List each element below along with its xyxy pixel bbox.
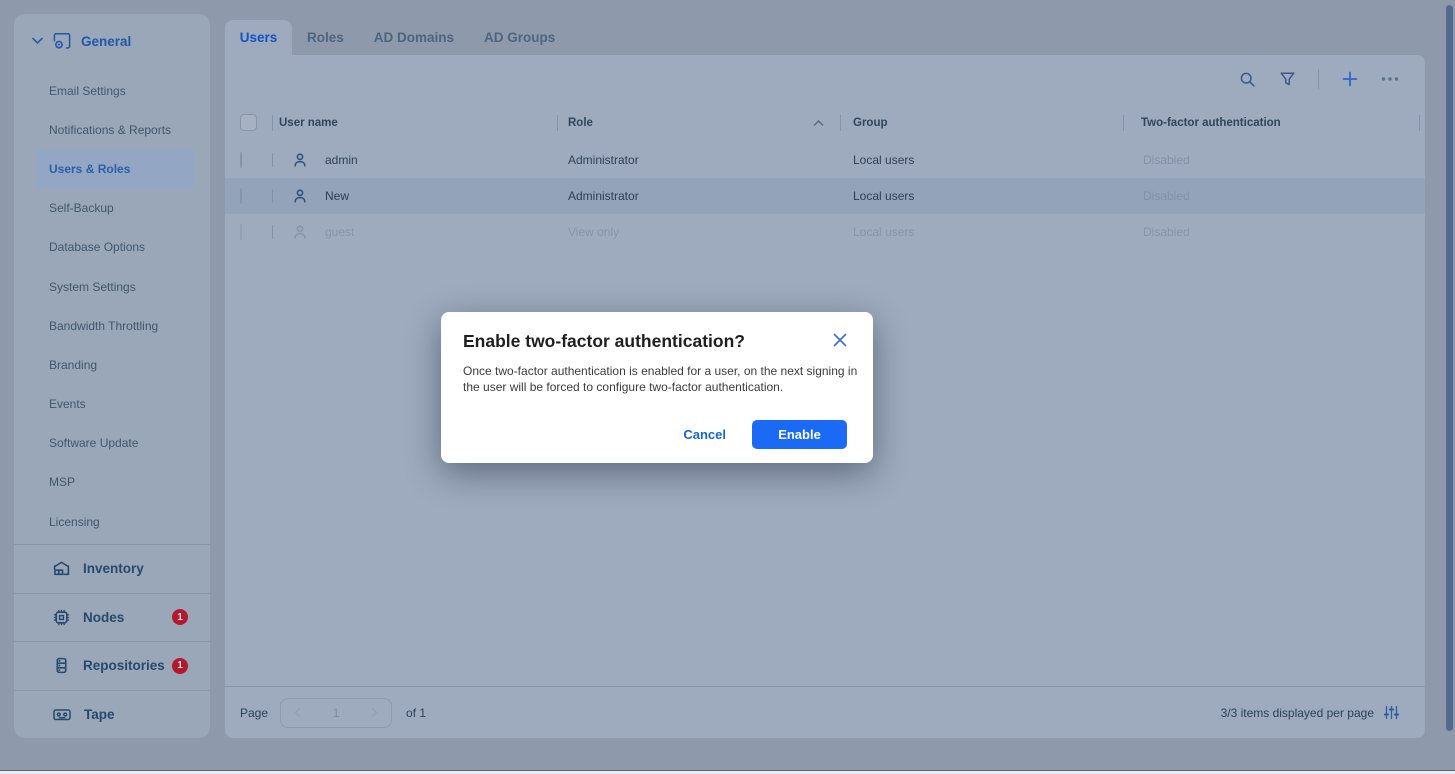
repositories-icon	[52, 656, 71, 675]
sidebar-item-users-roles[interactable]: Users & Roles	[36, 149, 194, 188]
more-icon[interactable]	[1381, 70, 1399, 88]
enable-button[interactable]: Enable	[752, 420, 847, 449]
sidebar-item-notifications-reports[interactable]: Notifications & Reports	[14, 110, 210, 149]
sidebar-item-events[interactable]: Events	[14, 385, 210, 424]
row-checkbox[interactable]	[240, 224, 242, 240]
twofa-status: Disabled	[1123, 153, 1425, 167]
column-header-role[interactable]: Role	[557, 103, 840, 142]
sidebar-item-system-settings[interactable]: System Settings	[14, 267, 210, 306]
dialog-title: Enable two-factor authentication?	[463, 331, 745, 352]
table-row-admin[interactable]: admin Administrator Local users Disabled	[225, 142, 1425, 178]
page-label: Page	[240, 706, 268, 720]
sidebar-item-software-update[interactable]: Software Update	[14, 424, 210, 463]
page-stepper: 1	[280, 698, 392, 728]
sidebar-item-branding[interactable]: Branding	[14, 345, 210, 384]
current-page[interactable]: 1	[333, 706, 340, 720]
users-toolbar	[225, 55, 1425, 103]
sidebar-item-bandwidth-throttling[interactable]: Bandwidth Throttling	[14, 306, 210, 345]
sidebar-item-email-settings[interactable]: Email Settings	[14, 71, 210, 110]
items-per-page-summary: 3/3 items displayed per page	[1221, 706, 1374, 720]
vertical-scrollbar[interactable]	[1446, 5, 1453, 731]
add-icon[interactable]	[1341, 70, 1359, 88]
search-icon[interactable]	[1238, 70, 1256, 88]
sidebar-nav: Email Settings Notifications & Reports U…	[14, 68, 210, 544]
filter-icon[interactable]	[1278, 70, 1296, 88]
sidebar-section-nodes[interactable]: Nodes 1	[14, 593, 210, 642]
next-page-icon[interactable]	[370, 707, 379, 718]
tab-roles[interactable]: Roles	[292, 20, 359, 55]
tab-users[interactable]: Users	[225, 20, 292, 55]
tape-icon	[52, 705, 72, 724]
sidebar-group-general[interactable]: General	[14, 14, 210, 68]
tab-ad-groups[interactable]: AD Groups	[469, 20, 570, 55]
toolbar-divider	[1318, 69, 1319, 89]
tab-ad-domains[interactable]: AD Domains	[359, 20, 469, 55]
user-icon	[292, 188, 308, 204]
users-roles-tabbar: Users Roles AD Domains AD Groups	[225, 20, 570, 55]
sidebar-item-licensing[interactable]: Licensing	[14, 502, 210, 541]
nodes-alert-badge: 1	[172, 609, 188, 625]
sidebar-group-label: General	[81, 34, 131, 49]
chevron-down-icon	[32, 37, 43, 45]
cancel-button[interactable]: Cancel	[683, 427, 726, 442]
page-count-label: of 1	[406, 706, 426, 720]
column-header-group[interactable]: Group	[840, 103, 1123, 142]
column-header-user-name[interactable]: User name	[272, 103, 557, 142]
window-bottom-edge	[0, 770, 1455, 774]
display-settings-icon[interactable]	[1384, 705, 1399, 720]
inventory-icon	[52, 559, 71, 578]
general-settings-icon	[52, 31, 72, 51]
twofa-status: Disabled	[1123, 189, 1425, 203]
sidebar-section-label: Nodes	[83, 610, 124, 625]
sidebar-section-repositories[interactable]: Repositories 1	[14, 641, 210, 690]
table-header: User name Role Group Two-factor authenti…	[225, 103, 1425, 142]
close-icon[interactable]	[833, 333, 847, 347]
sidebar-section-tape[interactable]: Tape	[14, 690, 210, 739]
user-icon	[292, 224, 308, 240]
column-header-two-factor[interactable]: Two-factor authentication	[1123, 103, 1425, 142]
enable-two-factor-dialog: Enable two-factor authentication? Once t…	[441, 312, 873, 463]
row-checkbox[interactable]	[240, 188, 242, 204]
sidebar-section-label: Inventory	[83, 561, 144, 576]
user-icon	[292, 152, 308, 168]
sidebar-section-inventory[interactable]: Inventory	[14, 544, 210, 593]
nodes-icon	[52, 608, 71, 627]
table-row-new[interactable]: New Administrator Local users Disabled	[225, 178, 1425, 214]
settings-sidebar: General Email Settings Notifications & R…	[14, 14, 210, 738]
twofa-status: Disabled	[1123, 225, 1425, 239]
sidebar-sections: Inventory Nodes 1 Repositories	[14, 544, 210, 738]
dialog-message: Once two-factor authentication is enable…	[463, 363, 861, 395]
sidebar-item-database-options[interactable]: Database Options	[14, 228, 210, 267]
sidebar-section-label: Repositories	[83, 658, 165, 673]
sidebar-item-msp[interactable]: MSP	[14, 463, 210, 502]
row-checkbox[interactable]	[240, 152, 242, 168]
table-row-guest[interactable]: guest View only Local users Disabled	[225, 214, 1425, 250]
sidebar-item-self-backup[interactable]: Self-Backup	[14, 189, 210, 228]
select-all-checkbox[interactable]	[240, 114, 257, 131]
repositories-alert-badge: 1	[172, 658, 188, 674]
sort-asc-icon	[813, 119, 824, 126]
sidebar-section-label: Tape	[84, 707, 115, 722]
table-footer: Page 1 of 1 3/3 items displayed per page	[225, 686, 1425, 738]
prev-page-icon[interactable]	[293, 707, 302, 718]
